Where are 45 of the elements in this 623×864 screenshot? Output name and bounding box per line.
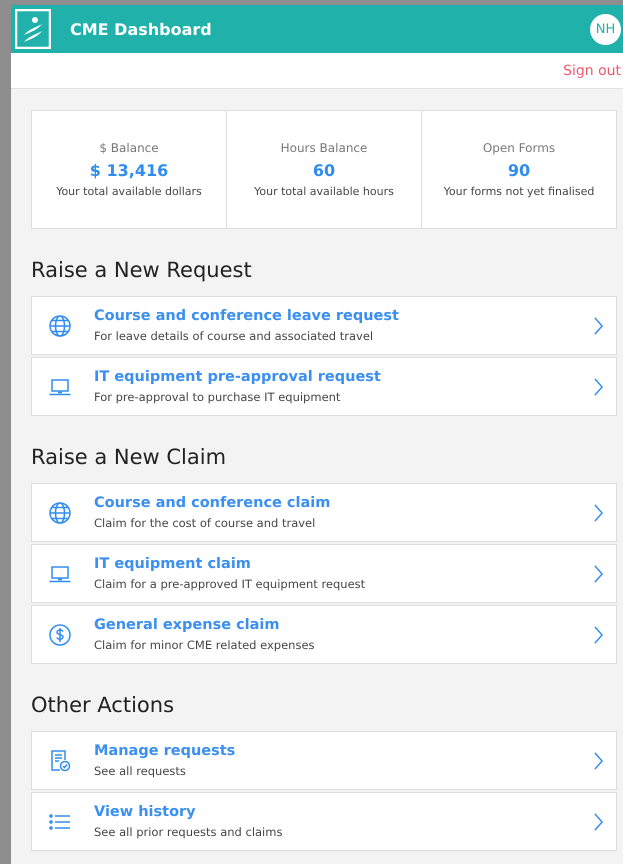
item-title: Course and conference claim	[94, 495, 332, 511]
item-subtitle: Claim for a pre-approved IT equipment request	[94, 577, 366, 591]
stat-label: Open Forms	[482, 141, 556, 155]
stat-caption: Your total available dollars	[56, 185, 202, 198]
item-title: Course and conference leave request	[94, 308, 400, 324]
item-subtitle: For pre-approval to purchase IT equipment	[94, 390, 342, 404]
stat-caption: Your forms not yet finalised	[444, 185, 594, 198]
chevron-right-icon	[593, 378, 604, 396]
stat-label: $ Balance	[99, 141, 159, 155]
globe-icon	[48, 314, 72, 338]
item-subtitle: For leave details of course and associated travel	[94, 329, 374, 343]
section-heading: Other Actions	[31, 693, 176, 717]
chevron-right-icon	[593, 504, 604, 522]
chevron-right-icon	[593, 812, 604, 830]
item-subtitle: Claim for the cost of course and travel	[94, 516, 316, 530]
globe-icon	[48, 500, 72, 524]
action-item[interactable]: View history See all prior requests and claims	[31, 792, 617, 851]
section-heading: Raise a New Claim	[31, 445, 228, 469]
item-title: General expense claim	[94, 617, 281, 633]
app-title: CME Dashboard	[70, 20, 213, 38]
action-item[interactable]: IT equipment claim Claim for a pre-approved IT equipment request	[31, 544, 617, 603]
chevron-right-icon	[593, 316, 604, 334]
stat-value: 90	[508, 161, 530, 180]
action-item[interactable]: General expense claim Claim for minor CME related expenses	[31, 605, 617, 664]
item-title: IT equipment claim	[94, 556, 252, 572]
stat-caption: Your total available hours	[254, 185, 394, 198]
action-item[interactable]: Manage requests See all requests	[31, 731, 617, 790]
chevron-right-icon	[593, 626, 604, 644]
item-subtitle: See all requests	[94, 764, 187, 778]
action-item[interactable]: Course and conference claim Claim for the cost of course and travel	[31, 483, 617, 542]
stat-value: 60	[312, 161, 336, 180]
item-subtitle: Claim for minor CME related expenses	[94, 638, 316, 652]
chevron-right-icon	[593, 564, 604, 582]
action-item[interactable]: Course and conference leave request For leave details of course and associated travel	[31, 296, 617, 355]
item-title: IT equipment pre-approval request	[94, 369, 382, 385]
item-title: Manage requests	[94, 743, 236, 759]
chevron-right-icon	[593, 752, 604, 770]
logo-icon	[15, 9, 51, 49]
stat-value: $ 13,416	[90, 161, 168, 180]
stat-label: Hours Balance	[280, 141, 368, 155]
action-item[interactable]: IT equipment pre-approval request For pre-approval to purchase IT equipment	[31, 357, 617, 416]
item-title: View history	[94, 804, 197, 820]
section-heading: Raise a New Request	[31, 258, 253, 282]
item-subtitle: See all prior requests and claims	[94, 825, 284, 839]
dollar-icon	[48, 622, 72, 646]
